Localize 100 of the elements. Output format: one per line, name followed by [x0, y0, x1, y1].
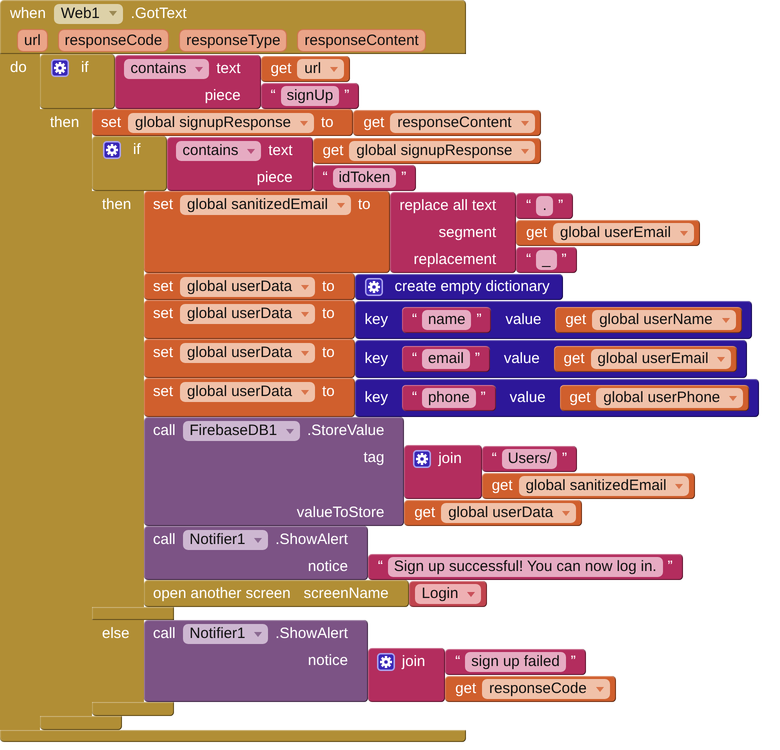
variable-dropdown[interactable]: global userName [592, 310, 736, 330]
operation-dropdown[interactable]: contains [124, 59, 210, 79]
variable-dropdown[interactable]: url [297, 59, 344, 79]
join-block[interactable]: join [368, 648, 446, 702]
text-block[interactable]: “ email ” [402, 346, 490, 372]
operation-dropdown[interactable]: contains [176, 141, 262, 161]
get-block[interactable]: get global userData [404, 500, 582, 526]
get-block[interactable]: get global userPhone [560, 385, 750, 411]
variable-dropdown[interactable]: global userPhone [596, 388, 744, 408]
quote-mark: ” [401, 168, 406, 188]
variable-dropdown[interactable]: global userData [180, 382, 316, 402]
join-block[interactable]: join [404, 445, 482, 499]
set-block[interactable]: set global sanitizedEmail to [144, 191, 390, 273]
block-label: set [153, 382, 174, 402]
variable-dropdown[interactable]: responseCode [482, 679, 610, 699]
block-label: get [492, 476, 513, 496]
pair-block[interactable]: key “ phone ” value get global userPhone [354, 379, 760, 417]
parameter-chip[interactable]: responseContent [298, 30, 425, 51]
block-label: tag [363, 448, 384, 468]
block-label: to [322, 382, 335, 402]
variable-dropdown[interactable]: global signupResponse [349, 141, 536, 161]
parameter-chip[interactable]: responseCode [58, 30, 168, 51]
text-field[interactable]: _ [536, 250, 557, 270]
gear-icon[interactable] [364, 278, 383, 296]
get-block[interactable]: get global userEmail [554, 346, 738, 372]
caret-icon [301, 390, 310, 394]
text-block[interactable]: “ phone ” [402, 385, 496, 411]
method-label: .ShowAlert [275, 624, 348, 644]
set-block[interactable]: set global signupResponse to [92, 109, 354, 136]
block-label: if [133, 140, 140, 160]
text-field[interactable]: . [536, 196, 554, 216]
text-block[interactable]: “ . ” [516, 193, 574, 219]
variable-dropdown[interactable]: global userData [441, 503, 576, 523]
variable-dropdown[interactable]: global userData [180, 304, 316, 324]
gear-icon[interactable] [376, 653, 395, 671]
text-block[interactable]: “ sign up failed ” [445, 649, 586, 675]
variable-dropdown[interactable]: global signupResponse [128, 113, 314, 133]
component-dropdown[interactable]: Notifier1 [182, 530, 268, 550]
text-field[interactable]: name [422, 310, 472, 330]
text-block[interactable]: “ signUp ” [260, 83, 360, 109]
text-field[interactable]: email [422, 349, 470, 369]
variable-dropdown[interactable]: global userData [180, 277, 316, 297]
text-field[interactable]: Sign up successful! You can now log in. [388, 557, 663, 577]
set-block[interactable]: set global userData to [144, 339, 355, 378]
call-block[interactable]: call Notifier1 .ShowAlert notice [144, 620, 368, 702]
caret-icon [300, 120, 308, 126]
text-block[interactable]: “ name ” [402, 307, 492, 333]
text-field[interactable]: phone [422, 388, 476, 408]
caret-icon [286, 428, 294, 434]
get-block[interactable]: get responseCode [445, 676, 616, 702]
block-label: get [570, 388, 590, 408]
block-label: value [504, 349, 540, 369]
gear-icon[interactable] [103, 141, 121, 159]
get-block[interactable]: get global signupResponse [312, 138, 542, 164]
caret-icon [247, 148, 256, 154]
parameter-chip[interactable]: url [18, 30, 47, 51]
block-label: join [438, 449, 462, 469]
text-field[interactable]: idToken [332, 168, 396, 188]
get-block[interactable]: get global userEmail [516, 220, 700, 246]
gear-icon[interactable] [413, 450, 432, 468]
set-block[interactable]: set global userData to [144, 378, 355, 417]
block-label: open another screen [153, 584, 291, 604]
variable-dropdown[interactable]: global sanitizedEmail [180, 195, 351, 215]
text-block[interactable]: “ _ ” [516, 247, 577, 273]
block-label: do [10, 59, 27, 76]
get-block[interactable]: get url [260, 56, 350, 82]
parameter-chip[interactable]: responseType [180, 30, 286, 51]
quote-mark: ” [558, 196, 564, 216]
quote-mark: “ [526, 196, 532, 216]
text-field[interactable]: signUp [280, 86, 340, 106]
component-dropdown[interactable]: FirebaseDB1 [182, 421, 300, 441]
text-block[interactable]: “ Users/ ” [482, 446, 578, 472]
set-block[interactable]: set global userData to [144, 300, 355, 339]
block-label: value [505, 310, 542, 330]
method-label: .ShowAlert [275, 530, 348, 550]
text-block[interactable]: “ idToken ” [312, 165, 416, 191]
block-label: when [10, 4, 46, 24]
variable-dropdown[interactable]: responseContent [390, 113, 535, 133]
screen-block[interactable]: Login [408, 581, 488, 607]
component-dropdown[interactable]: Notifier1 [182, 624, 268, 644]
gear-icon[interactable] [51, 59, 69, 77]
variable-dropdown[interactable]: global sanitizedEmail [518, 476, 690, 496]
text-field[interactable]: Users/ [502, 449, 558, 469]
get-block[interactable]: get global sanitizedEmail [482, 473, 696, 499]
variable-dropdown[interactable]: global userEmail [553, 223, 694, 243]
block-label: else [102, 625, 130, 642]
text-block[interactable]: “ Sign up successful! You can now log in. ” [368, 554, 683, 580]
text-field[interactable]: sign up failed [465, 652, 566, 672]
block-label: replace all text [399, 196, 496, 216]
pair-block[interactable]: key “ name ” value get global userName [354, 301, 752, 339]
get-block[interactable]: get responseContent [353, 110, 541, 136]
get-block[interactable]: get global userName [555, 307, 742, 333]
variable-dropdown[interactable]: global userEmail [590, 349, 732, 369]
dictionary-block[interactable]: create empty dictionary [354, 274, 563, 300]
variable-dropdown[interactable]: global userData [180, 343, 316, 363]
pair-block[interactable]: key “ email ” value get global userEmail [354, 340, 748, 378]
set-block[interactable]: set global userData to [144, 273, 355, 300]
component-dropdown[interactable]: Web1 [54, 4, 123, 24]
caret-icon [521, 148, 530, 154]
screen-dropdown[interactable]: Login [414, 584, 482, 604]
